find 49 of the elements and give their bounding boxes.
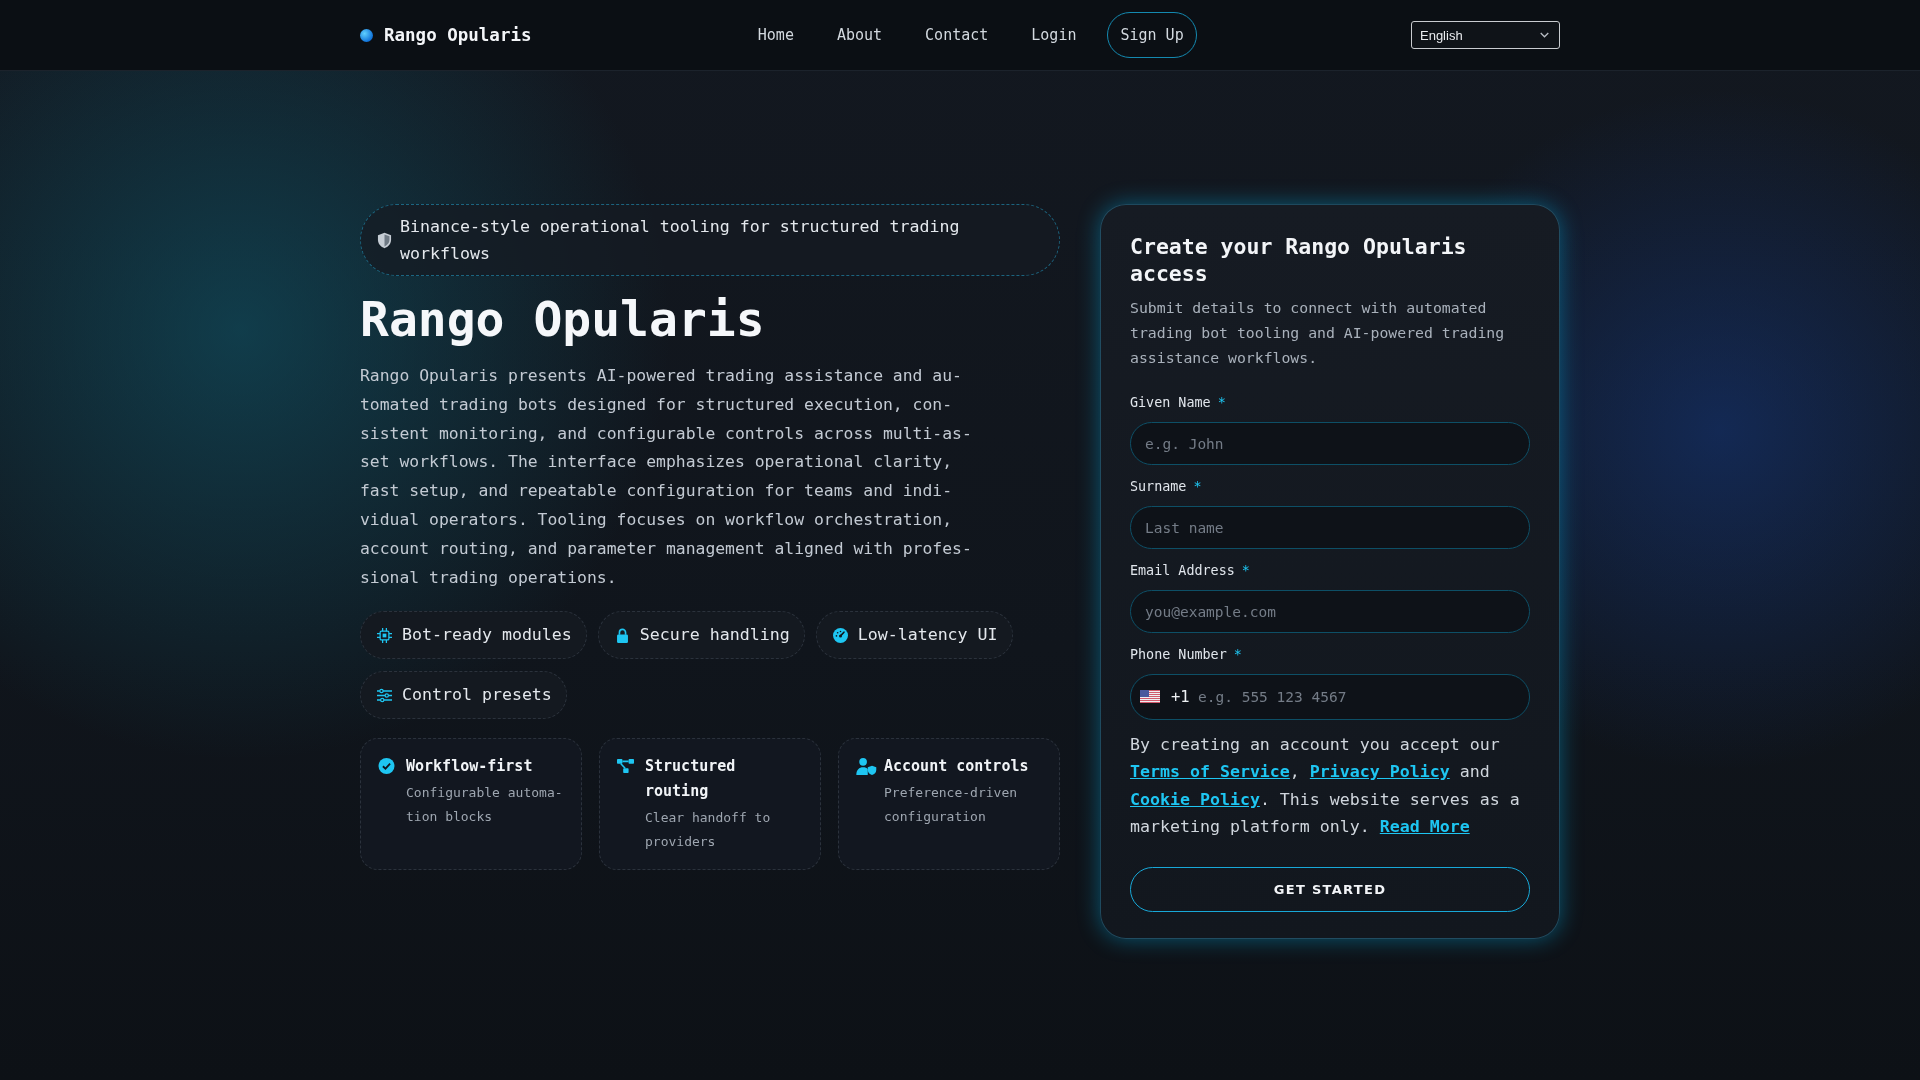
flow-icon xyxy=(617,758,634,775)
legal-link[interactable]: Privacy Policy xyxy=(1309,762,1450,782)
nav-link[interactable]: About xyxy=(824,17,895,53)
card-text: Configurable automa-tion blocks xyxy=(406,784,564,826)
required-mark: * xyxy=(1193,478,1202,496)
nav-link[interactable]: Login xyxy=(1019,17,1089,53)
brand-name: Rango Opularis xyxy=(384,25,532,45)
legal-text: By creating an account you accept our Terms of Service, Privacy Policy and Cookie Policy. This website serves as a marketing platform only. Read More xyxy=(1130,734,1521,838)
signup-subtitle: Submit details to connect with automated trading bot tooling and AI-powered trading assistance workflows. xyxy=(1130,298,1506,368)
chip-label: Secure handling xyxy=(639,624,790,647)
chip-label: Bot-ready modules xyxy=(402,624,572,647)
hero-title: Rango Opularis xyxy=(360,290,766,348)
text-input[interactable]: e.g. John xyxy=(1130,422,1530,465)
required-mark: * xyxy=(1241,562,1250,580)
required-mark: * xyxy=(1217,394,1226,412)
legal-link[interactable]: Terms of Service xyxy=(1130,762,1290,782)
gauge-icon xyxy=(832,627,848,643)
required-mark: * xyxy=(1233,646,1242,664)
legal-link[interactable]: Cookie Policy xyxy=(1130,789,1260,809)
lock-icon xyxy=(614,627,630,643)
signup-title: Create your Rango Opularis access xyxy=(1130,233,1468,287)
check-circle-icon xyxy=(378,758,395,775)
card-title: Structured routing xyxy=(645,756,737,803)
dial-code: +1 xyxy=(1171,687,1190,708)
card-title: Workflow-first xyxy=(406,756,534,778)
language-select[interactable]: English xyxy=(1411,21,1560,49)
card-title: Account controls xyxy=(884,756,1030,778)
tagline-text: Binance-style operational tooling for structured trading workflows xyxy=(400,216,961,265)
field-label: Email Address xyxy=(1130,562,1235,580)
logo-dot-icon xyxy=(360,28,373,42)
field-label: Phone Number xyxy=(1130,646,1227,664)
hero-description: Rango Opularis presents AI-powered trading assistance and au-tomated trading bots designed for structured execution, con-sistent monitoring, and configurable controls across multi-as-set workflows. The interface emphasizes operational clarity, fast setup, and repeatable configuration for teams and indi-vidual operators. Tooling focuses on workflow orchestration, account routing, and parameter management aligned with profes-sional trading operations. xyxy=(360,365,973,589)
flag-icon xyxy=(1140,690,1160,703)
field-label: Surname xyxy=(1130,478,1187,496)
card-text: Preference-driven configuration xyxy=(884,784,1019,826)
legal-link[interactable]: Read More xyxy=(1379,816,1470,836)
chip-label: Control presets xyxy=(402,684,552,707)
chevron-down-icon xyxy=(1540,32,1549,38)
text-input[interactable]: Last name xyxy=(1130,506,1530,549)
card-text: Clear handoff to providers xyxy=(645,809,772,851)
chip-icon xyxy=(377,627,392,643)
nav-link[interactable]: Home xyxy=(745,17,806,53)
sliders-icon xyxy=(377,687,392,703)
shield-icon xyxy=(377,231,392,249)
nav-link[interactable]: Contact xyxy=(913,17,1001,53)
user-shield-icon xyxy=(856,758,877,776)
text-input[interactable]: you@example.com xyxy=(1130,590,1530,633)
field-label: Given Name xyxy=(1130,394,1211,412)
chip-label: Low-latency UI xyxy=(857,624,998,647)
